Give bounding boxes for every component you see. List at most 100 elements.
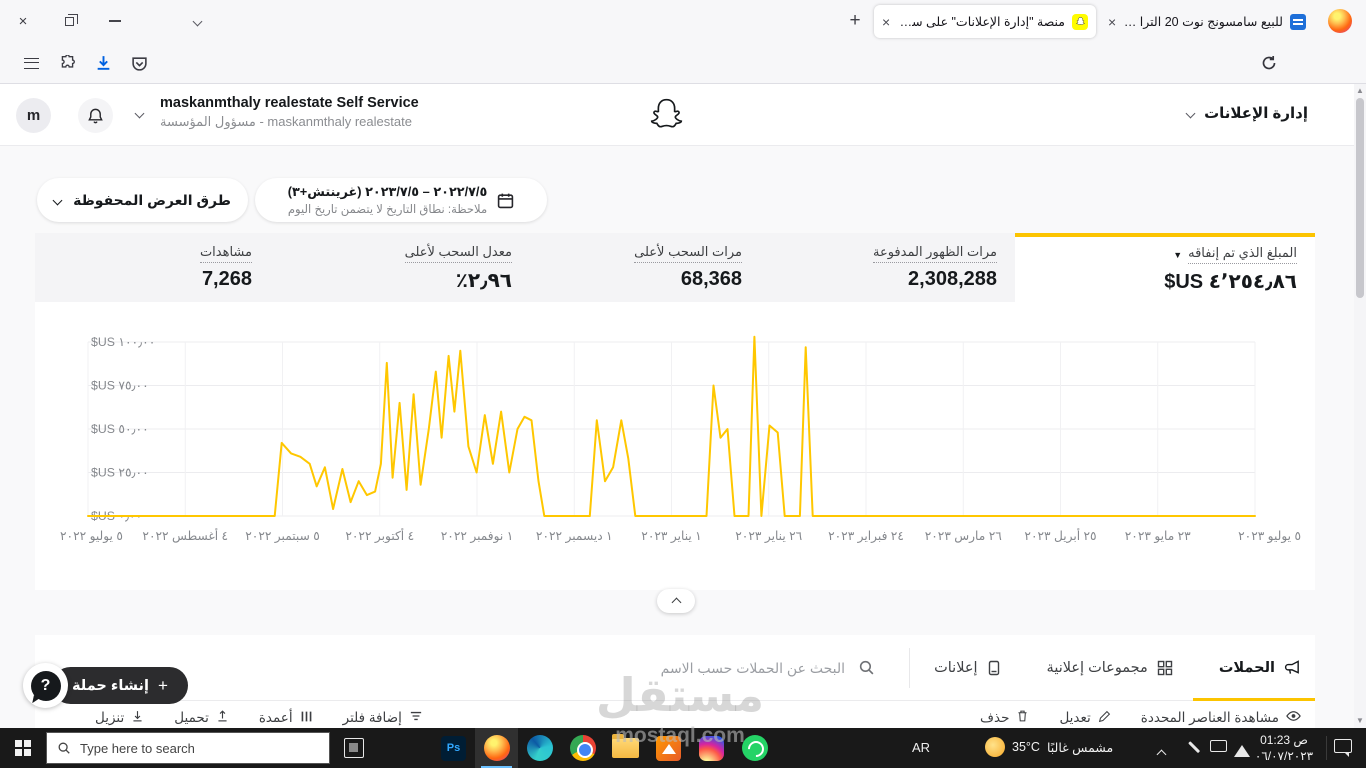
browser-tab-inactive[interactable]: × للبيع سامسونج نوت 20 الترا 512 - <box>1100 5 1314 38</box>
metric-value: 2,308,288 <box>908 268 997 290</box>
scrollbar-thumb[interactable] <box>1356 98 1364 298</box>
extensions-button[interactable] <box>54 51 80 75</box>
date-range-button[interactable]: ٢٠٢٢/٧/٥ – ٢٠٢٣/٧/٥ (غرينتش+٣) ملاحظة: ن… <box>255 178 547 222</box>
collapse-chart-button[interactable] <box>657 589 695 613</box>
download-icon <box>131 709 144 726</box>
saved-views-button[interactable]: طرق العرض المحفوظة <box>37 178 248 222</box>
action-eye[interactable]: مشاهدة العناصر المحددة <box>1141 709 1301 726</box>
task-view-button[interactable] <box>344 738 364 758</box>
svg-text:$US ١٠٠٫٠٠: $US ١٠٠٫٠٠ <box>91 335 155 349</box>
action-upload[interactable]: تحميل <box>174 709 229 726</box>
metric-swipe-up-rate[interactable]: معدل السحب لأعلى ٢٫٩٦٪ <box>270 233 530 302</box>
start-button[interactable] <box>0 728 46 768</box>
action-label: تعديل <box>1059 709 1091 725</box>
action-label: أعمدة <box>258 709 293 725</box>
date-range-note: ملاحظة: نطاق التاريخ لا يتضمن تاريخ اليو… <box>287 203 488 216</box>
account-chevron-down-icon[interactable] <box>134 108 145 119</box>
tab-ad-groups[interactable]: مجموعات إعلانية <box>1047 660 1173 676</box>
window-close-button[interactable]: × <box>8 6 38 36</box>
list-tabs-button[interactable] <box>182 6 212 36</box>
notifications-button[interactable] <box>78 98 113 133</box>
clock-time: ص 01:23 <box>1260 733 1308 747</box>
snapchat-logo[interactable] <box>648 96 685 138</box>
taskbar-app-chrome[interactable] <box>561 728 604 768</box>
whatsapp-icon <box>741 735 768 761</box>
puzzle-icon <box>61 54 75 68</box>
taskbar-app-photos[interactable] <box>647 728 690 768</box>
pencil-icon <box>1098 710 1111 726</box>
svg-text:٢٦ مارس ٢٠٢٣: ٢٦ مارس ٢٠٢٣ <box>925 529 1003 544</box>
display-tray-icon[interactable] <box>1210 740 1227 752</box>
metric-value: $US ٤٬٢٥٤٫٨٦ <box>1164 271 1297 293</box>
help-button[interactable]: ? <box>23 663 68 708</box>
window-minimize-button[interactable] <box>100 6 130 36</box>
tab-ads[interactable]: إعلانات <box>934 660 1000 676</box>
taskbar-search[interactable]: Type here to search <box>46 732 330 764</box>
close-icon[interactable]: × <box>1108 15 1116 29</box>
spend-chart-svg: $US ١٠٠٫٠٠$US ٧٥٫٠٠$US ٥٠٫٠٠$US ٢٥٫٠٠$US… <box>60 335 1301 544</box>
svg-text:٢٤ فبراير ٢٠٢٣: ٢٤ فبراير ٢٠٢٣ <box>828 529 904 544</box>
weather-widget[interactable]: 35°C مشمس غالبًا <box>985 737 1113 757</box>
browser-toolbar: ☆ 110% https://ads.snapchat.com/2bf4f297… <box>0 42 1366 121</box>
taskbar-app-instagram[interactable] <box>690 728 733 768</box>
chevron-down-icon <box>192 16 202 26</box>
action-download[interactable]: تنزيل <box>95 709 144 726</box>
action-trash[interactable]: حذف <box>980 709 1029 726</box>
tab-label: الحملات <box>1218 659 1275 676</box>
close-icon[interactable]: × <box>882 15 890 29</box>
window-restore-button[interactable] <box>54 6 84 36</box>
table-actions-left: إضافة فلتر أعمدة تحميل تنزيل <box>95 709 423 726</box>
svg-text:$US ٧٥٫٠٠: $US ٧٥٫٠٠ <box>91 379 149 393</box>
metric-paid-impressions[interactable]: مرات الظهور المدفوعة 2,308,288 <box>760 233 1015 302</box>
action-label: حذف <box>980 709 1010 725</box>
metric-views[interactable]: مشاهدات 7,268 <box>35 233 270 302</box>
download-icon <box>97 55 109 70</box>
new-tab-button[interactable]: + <box>840 6 870 36</box>
metric-amount-spent[interactable]: المبلغ الذي تم إنفاقه ▼ $US ٤٬٢٥٤٫٨٦ <box>1015 233 1315 302</box>
tab-campaigns[interactable]: الحملات <box>1219 659 1301 676</box>
svg-text:$US ٥٠٫٠٠: $US ٥٠٫٠٠ <box>91 422 149 436</box>
scroll-up-icon[interactable]: ▲ <box>1356 87 1364 95</box>
action-filter[interactable]: إضافة فلتر <box>343 709 423 726</box>
taskbar-app-file-explorer[interactable] <box>604 728 647 768</box>
metric-label: معدل السحب لأعلى <box>404 244 512 263</box>
avatar[interactable]: m <box>16 98 51 133</box>
taskbar-app-photoshop[interactable]: Ps <box>432 728 475 768</box>
action-pencil[interactable]: تعديل <box>1059 709 1110 726</box>
date-range-text: ٢٠٢٢/٧/٥ – ٢٠٢٣/٧/٥ (غرينتش+٣) <box>287 184 488 199</box>
site-favicon-icon <box>1290 13 1306 30</box>
pocket-button[interactable] <box>126 51 152 75</box>
megaphone-icon <box>1284 660 1299 674</box>
reload-button[interactable] <box>1256 51 1282 75</box>
tab-label: إعلانات <box>934 659 978 676</box>
action-center-icon[interactable] <box>1334 739 1352 757</box>
taskbar-app-edge[interactable] <box>518 728 561 768</box>
plus-icon: + <box>157 675 168 695</box>
tray-overflow-button[interactable] <box>1156 745 1167 763</box>
taskbar-app-whatsapp[interactable] <box>733 728 776 768</box>
svg-text:٤ أكتوبر ٢٠٢٢: ٤ أكتوبر ٢٠٢٢ <box>345 528 414 544</box>
action-label: تنزيل <box>95 709 125 725</box>
svg-text:٥ سبتمبر ٢٠٢٢: ٥ سبتمبر ٢٠٢٢ <box>245 529 320 544</box>
account-info[interactable]: maskanmthaly realestate Self Service مسؤ… <box>160 95 419 130</box>
taskbar-app-firefox[interactable] <box>475 728 518 768</box>
menu-button[interactable] <box>18 51 44 75</box>
chevron-down-icon <box>1185 108 1196 118</box>
language-indicator[interactable]: AR <box>912 740 930 755</box>
metric-swipe-ups[interactable]: مرات السحب لأعلى 68,368 <box>530 233 760 302</box>
firefox-view-icon[interactable] <box>1328 9 1352 33</box>
columns-icon <box>300 710 313 726</box>
edge-icon <box>526 735 553 761</box>
ads-manager-menu[interactable]: إدارة الإعلانات <box>1185 104 1308 122</box>
action-columns[interactable]: أعمدة <box>259 709 313 726</box>
snapchat-favicon-icon <box>1072 13 1088 30</box>
table-actions-right: مشاهدة العناصر المحددة تعديل حذف <box>980 709 1301 726</box>
downloads-button[interactable] <box>90 51 116 75</box>
scroll-down-icon[interactable]: ▼ <box>1356 717 1364 725</box>
browser-tab-active[interactable]: × منصة "إدارة الإعلانات" على سناب <box>874 5 1096 38</box>
taskbar-clock[interactable]: ص 01:23 ٠٦/٠٧/٢٠٢٣ <box>1244 732 1324 764</box>
campaign-search-input[interactable] <box>457 652 847 684</box>
create-campaign-button[interactable]: + إنشاء حملة <box>52 667 188 704</box>
page-scrollbar[interactable]: ▲ ▼ <box>1354 84 1366 728</box>
pen-tray-icon[interactable] <box>1183 736 1206 759</box>
